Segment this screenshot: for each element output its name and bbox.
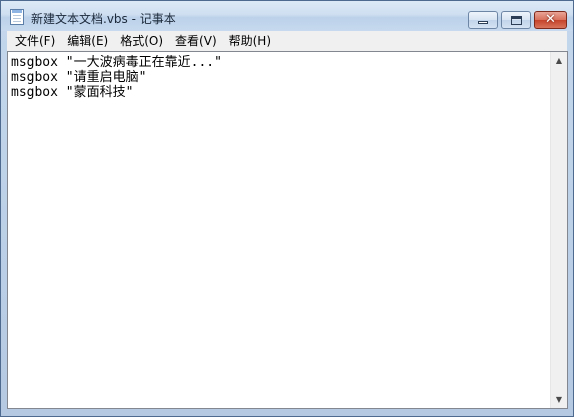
close-icon: ✕ bbox=[545, 12, 556, 27]
menu-file[interactable]: 文件(F) bbox=[7, 31, 61, 51]
menu-view[interactable]: 查看(V) bbox=[169, 31, 223, 51]
editor-text-area[interactable]: msgbox "一大波病毒正在靠近..." msgbox "请重启电脑" msgbo… bbox=[11, 55, 547, 405]
scroll-down-icon[interactable]: ▼ bbox=[551, 391, 567, 408]
menu-bar: 文件(F) 编辑(E) 格式(O) 查看(V) 帮助(H) bbox=[7, 31, 567, 51]
minimize-button[interactable] bbox=[468, 11, 498, 29]
window-title: 新建文本文档.vbs - 记事本 bbox=[31, 12, 176, 26]
editor-line: msgbox "一大波病毒正在靠近..." bbox=[11, 55, 222, 70]
menu-edit[interactable]: 编辑(E) bbox=[61, 31, 114, 51]
notepad-icon[interactable] bbox=[10, 9, 24, 25]
editor-line: msgbox "蒙面科技" bbox=[11, 85, 134, 100]
text-editor[interactable]: msgbox "一大波病毒正在靠近..." msgbox "请重启电脑" msgbo… bbox=[7, 51, 568, 409]
maximize-icon bbox=[511, 16, 522, 25]
editor-line: msgbox "请重启电脑" bbox=[11, 70, 147, 85]
menu-help[interactable]: 帮助(H) bbox=[223, 31, 277, 51]
vertical-scrollbar[interactable]: ▲ ▼ bbox=[550, 52, 567, 408]
close-button[interactable]: ✕ bbox=[534, 11, 567, 29]
scroll-up-icon[interactable]: ▲ bbox=[551, 52, 567, 69]
title-bar[interactable]: 新建文本文档.vbs - 记事本 ✕ bbox=[1, 1, 573, 31]
notepad-window: 新建文本文档.vbs - 记事本 ✕ 文件(F) 编辑(E) 格式(O) 查看(… bbox=[0, 0, 574, 417]
maximize-button[interactable] bbox=[501, 11, 531, 29]
menu-format[interactable]: 格式(O) bbox=[114, 31, 169, 51]
minimize-icon bbox=[478, 21, 488, 24]
